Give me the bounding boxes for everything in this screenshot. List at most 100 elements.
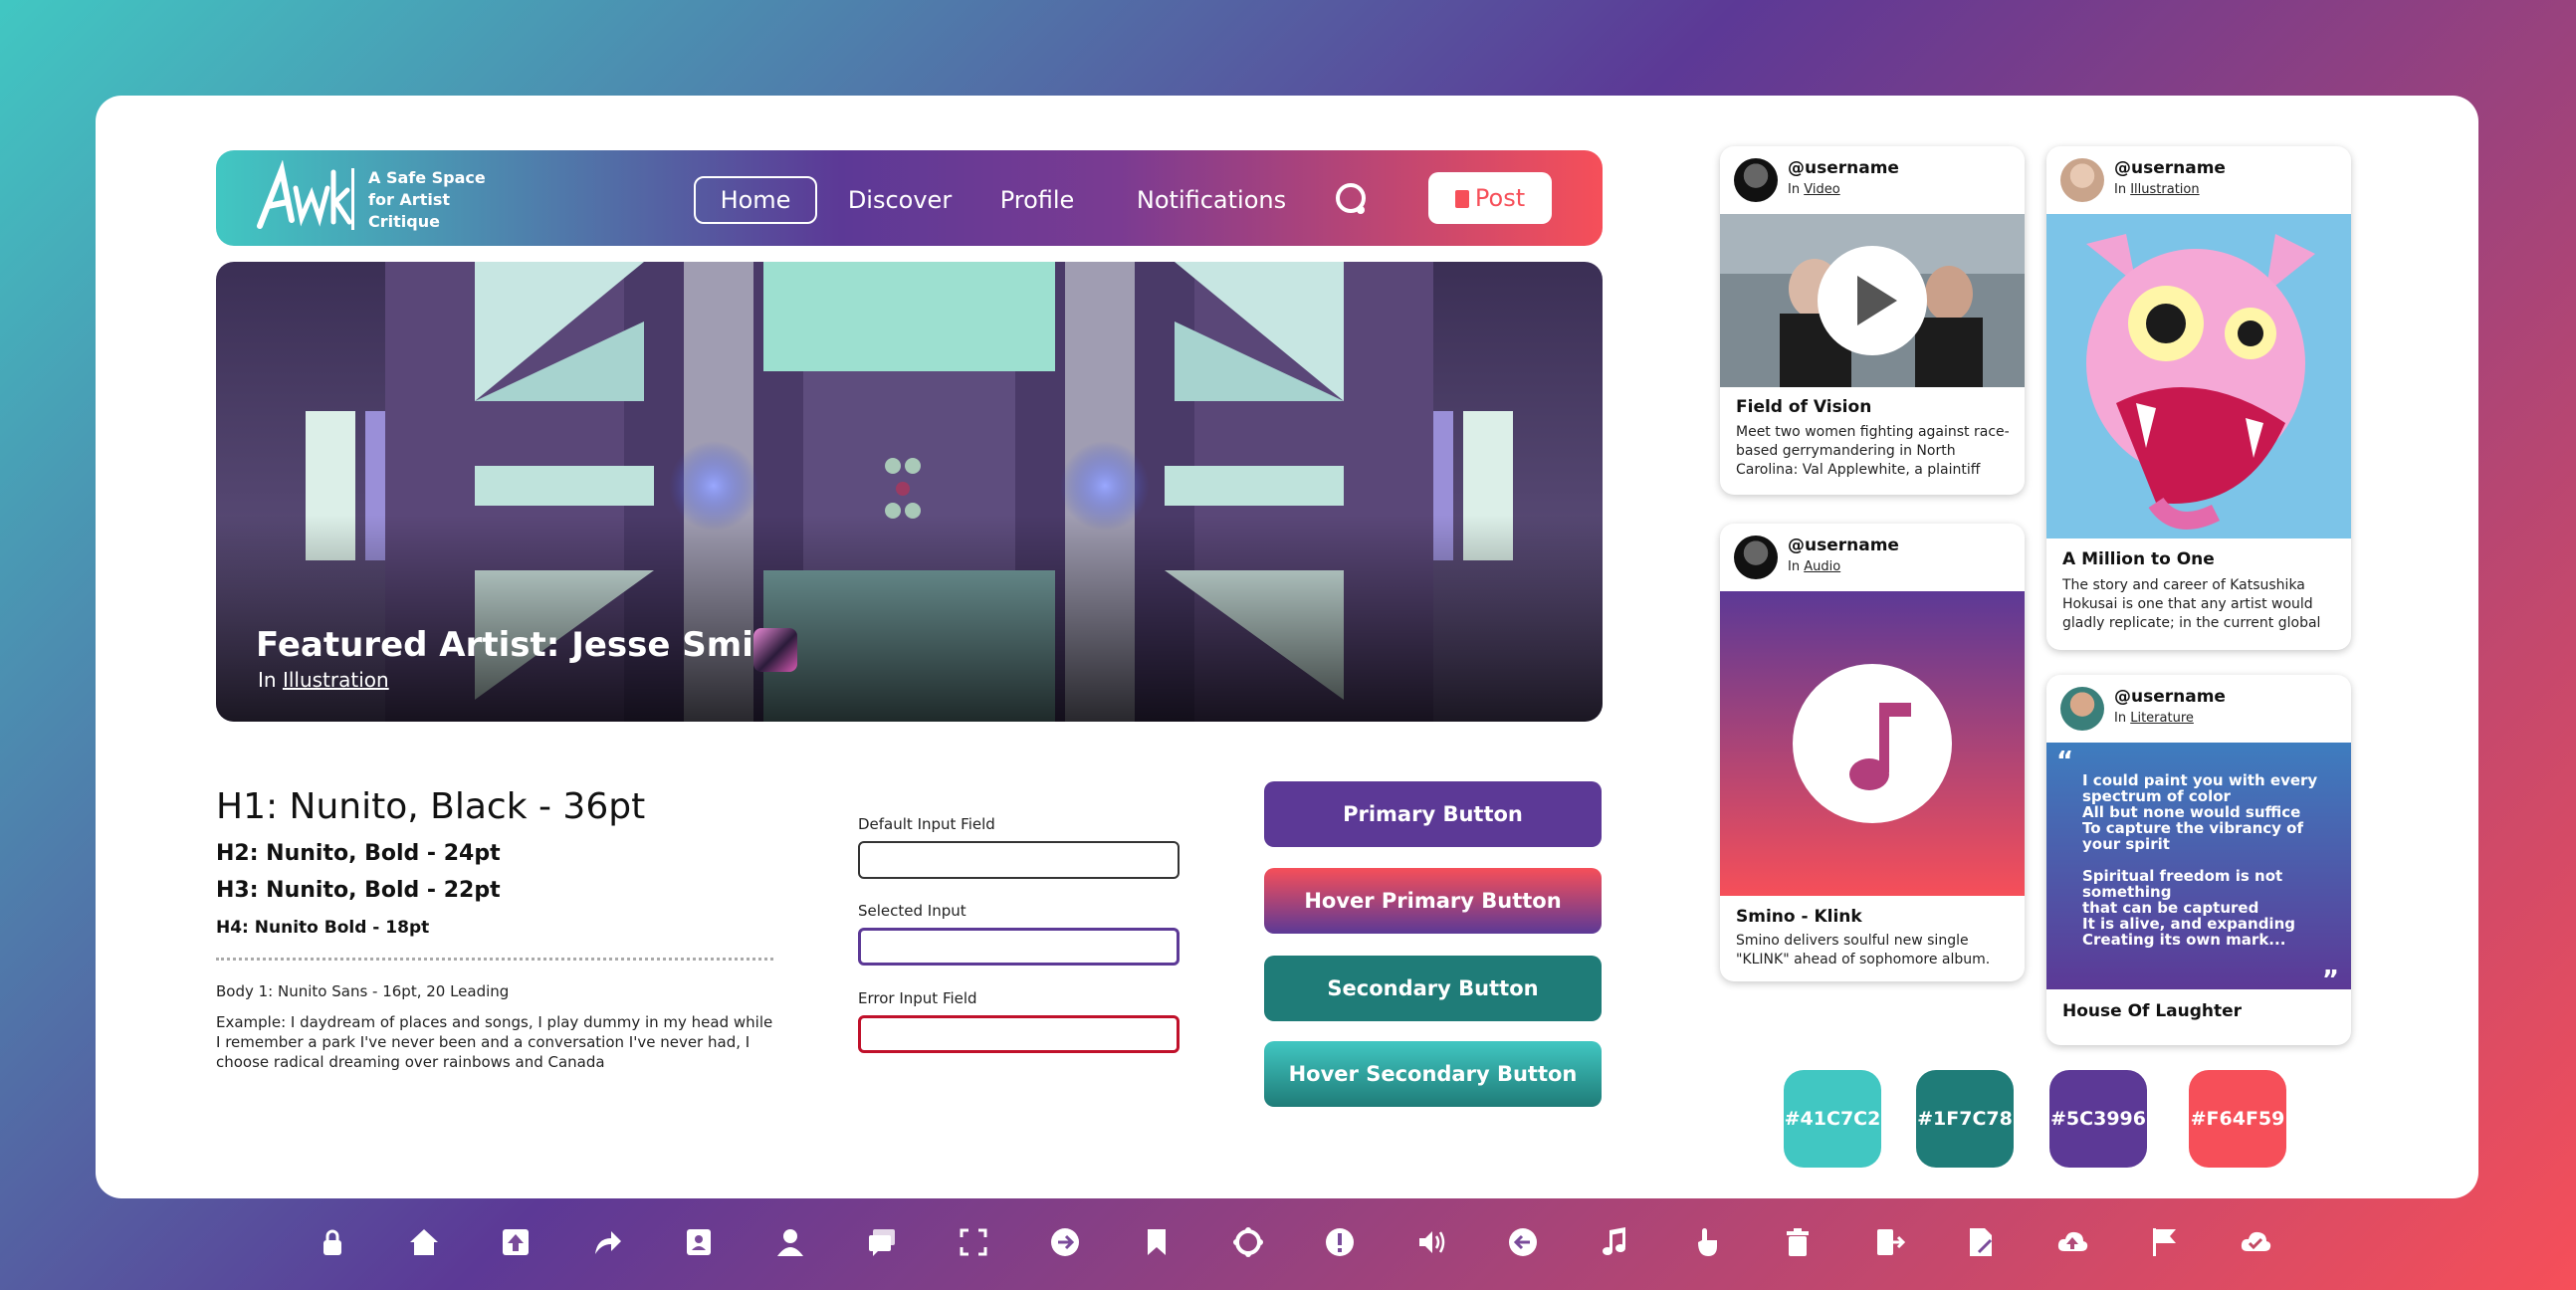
- open-quote-mark: “: [2056, 747, 2074, 776]
- upload-icon[interactable]: [500, 1226, 532, 1258]
- avatar[interactable]: [2060, 687, 2104, 731]
- hover-primary-button[interactable]: Hover Primary Button: [1264, 868, 1602, 934]
- card-category-link[interactable]: Literature: [2130, 711, 2194, 726]
- avatar[interactable]: [2060, 158, 2104, 202]
- post-button[interactable]: Post: [1428, 172, 1552, 224]
- nav-discover[interactable]: Discover: [835, 176, 965, 224]
- color-swatch-dark-teal: #1F7C78: [1916, 1070, 2014, 1168]
- featured-artist-title: Featured Artist: Jesse Smith: [256, 625, 794, 665]
- literature-quote-panel[interactable]: “ I could paint you with every spectrum …: [2046, 743, 2351, 995]
- close-quote-mark: ”: [2321, 966, 2339, 995]
- card-category: In Illustration: [2114, 182, 2200, 197]
- card-username[interactable]: @username: [2114, 687, 2226, 707]
- card-category-link[interactable]: Audio: [1804, 559, 1840, 574]
- color-swatch-coral: #F64F59: [2189, 1070, 2286, 1168]
- logout-icon[interactable]: [1873, 1226, 1906, 1258]
- card-description: Meet two women fighting against race-bas…: [1736, 424, 2010, 478]
- post-card-audio[interactable]: @username In Audio Smino - Klink Smino d…: [1720, 524, 2025, 981]
- literature-quote-text: I could paint you with every spectrum of…: [2082, 771, 2318, 949]
- arrow-left-icon[interactable]: [1507, 1226, 1539, 1258]
- secondary-button[interactable]: Secondary Button: [1264, 956, 1602, 1021]
- card-category-link[interactable]: Illustration: [2130, 182, 2199, 197]
- flag-icon[interactable]: [2148, 1226, 2180, 1258]
- selected-input-field[interactable]: [858, 928, 1180, 966]
- card-title: House Of Laughter: [2062, 1001, 2243, 1021]
- h1-sample: H1: Nunito, Black - 36pt: [216, 786, 646, 827]
- typography-divider: [216, 958, 773, 961]
- primary-button[interactable]: Primary Button: [1264, 781, 1602, 847]
- card-in-prefix: In: [1788, 182, 1801, 197]
- nav-home[interactable]: Home: [694, 176, 817, 224]
- share-icon[interactable]: [591, 1226, 623, 1258]
- card-description: Smino delivers soulful new single "KLINK…: [1736, 933, 1991, 968]
- card-username[interactable]: @username: [1788, 158, 1899, 178]
- featured-category: In Illustration: [258, 668, 389, 692]
- post-card-literature[interactable]: @username In Literature “ I could paint …: [2046, 675, 2351, 1045]
- color-swatch-purple: #5C3996: [2049, 1070, 2147, 1168]
- search-icon[interactable]: [1333, 180, 1373, 220]
- logo-divider: [351, 168, 354, 230]
- pointer-hand-icon[interactable]: [1690, 1226, 1722, 1258]
- post-document-icon: [1454, 190, 1469, 208]
- avatar[interactable]: [1734, 536, 1778, 579]
- default-input-field[interactable]: [858, 841, 1180, 879]
- post-card-illustration[interactable]: @username In Illustration A Million to O…: [2046, 146, 2351, 650]
- card-in-prefix: In: [2114, 711, 2127, 726]
- audio-cover-image[interactable]: [1720, 591, 2025, 896]
- contact-card-icon[interactable]: [683, 1226, 715, 1258]
- featured-artist-banner[interactable]: Featured Artist: Jesse Smith In Illustra…: [216, 262, 1603, 722]
- ark-logo[interactable]: [252, 160, 351, 236]
- chat-icon[interactable]: [866, 1226, 898, 1258]
- body-example-text: Example: I daydream of places and songs,…: [216, 1013, 773, 1071]
- hover-secondary-button[interactable]: Hover Secondary Button: [1264, 1041, 1602, 1107]
- error-input-label: Error Input Field: [858, 989, 977, 1007]
- h3-sample: H3: Nunito, Bold - 22pt: [216, 878, 501, 903]
- h2-sample: H2: Nunito, Bold - 24pt: [216, 841, 501, 866]
- post-button-label: Post: [1474, 184, 1526, 212]
- volume-icon[interactable]: [1415, 1226, 1447, 1258]
- top-navigation-bar: A Safe Space for Artist Critique Home Di…: [216, 150, 1603, 246]
- card-in-prefix: In: [2114, 182, 2127, 197]
- card-title: Smino - Klink: [1736, 907, 1862, 927]
- icon-library-bar: [307, 1218, 2277, 1266]
- arrow-right-icon[interactable]: [1049, 1226, 1081, 1258]
- featured-in-prefix: In: [258, 668, 277, 692]
- card-category: In Video: [1788, 182, 1840, 197]
- card-title: Field of Vision: [1736, 397, 1872, 417]
- card-username[interactable]: @username: [2114, 158, 2226, 178]
- user-icon[interactable]: [774, 1226, 806, 1258]
- card-title: A Million to One: [2062, 549, 2215, 569]
- selected-input-label: Selected Input: [858, 902, 966, 920]
- alert-icon[interactable]: [1324, 1226, 1356, 1258]
- bookmark-icon[interactable]: [1141, 1226, 1173, 1258]
- trash-icon[interactable]: [1782, 1226, 1814, 1258]
- featured-category-link[interactable]: Illustration: [283, 668, 389, 692]
- nav-profile[interactable]: Profile: [992, 176, 1082, 224]
- avatar[interactable]: [1734, 158, 1778, 202]
- card-category: In Literature: [2114, 711, 2194, 726]
- document-edit-icon[interactable]: [1965, 1226, 1997, 1258]
- illustration-artwork-image[interactable]: [2046, 214, 2351, 538]
- color-swatch-teal: #41C7C2: [1784, 1070, 1881, 1168]
- brand-tagline: A Safe Space for Artist Critique: [368, 168, 486, 231]
- home-icon[interactable]: [408, 1226, 440, 1258]
- body1-sample: Body 1: Nunito Sans - 16pt, 20 Leading: [216, 982, 510, 1000]
- card-username[interactable]: @username: [1788, 536, 1899, 555]
- video-thumbnail[interactable]: [1720, 214, 2025, 387]
- music-note-icon[interactable]: [1599, 1226, 1630, 1258]
- post-card-video[interactable]: @username In Video Field of Vision Meet …: [1720, 146, 2025, 495]
- card-category-link[interactable]: Video: [1804, 182, 1839, 197]
- card-in-prefix: In: [1788, 559, 1801, 574]
- error-input-field[interactable]: [858, 1015, 1180, 1053]
- featured-artist-avatar[interactable]: [753, 628, 797, 672]
- h4-sample: H4: Nunito Bold - 18pt: [216, 918, 430, 938]
- default-input-label: Default Input Field: [858, 815, 995, 833]
- cloud-check-icon[interactable]: [2240, 1226, 2271, 1258]
- nav-notifications[interactable]: Notifications: [1112, 176, 1311, 224]
- card-category: In Audio: [1788, 559, 1840, 574]
- fullscreen-icon[interactable]: [958, 1226, 989, 1258]
- lock-icon[interactable]: [317, 1226, 348, 1258]
- card-description: The story and career of Katsushika Hokus…: [2062, 577, 2321, 631]
- cloud-upload-icon[interactable]: [2056, 1226, 2088, 1258]
- refresh-icon[interactable]: [1232, 1226, 1264, 1258]
